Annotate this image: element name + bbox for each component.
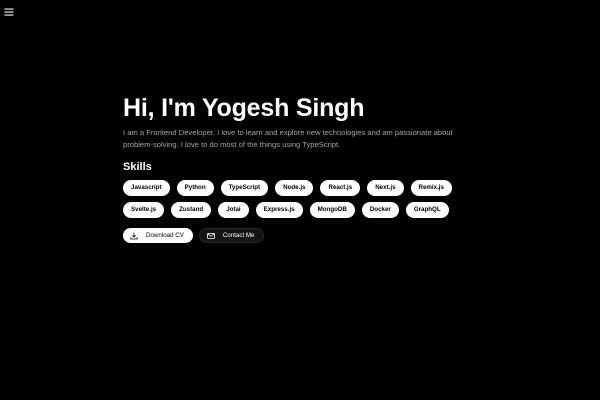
- page-title: Hi, I'm Yogesh Singh: [123, 94, 365, 122]
- menu-button[interactable]: [4, 7, 14, 17]
- skill-chip: Remix.js: [410, 180, 452, 196]
- skill-chip: Zustand: [171, 202, 212, 218]
- skill-chip: GraphQL: [405, 202, 449, 218]
- hero-section: Hi, I'm Yogesh Singh I am a Frontend Dev…: [123, 94, 483, 243]
- skill-chip: MongoDB: [309, 202, 355, 218]
- skill-chip: Next.js: [367, 180, 404, 196]
- skills-heading: Skills: [123, 161, 152, 173]
- contact-me-label: Contact Me: [222, 232, 255, 239]
- download-cv-button[interactable]: Download CV: [123, 228, 193, 243]
- action-buttons: Download CV Contact Me: [123, 228, 483, 243]
- download-icon: [130, 232, 138, 240]
- contact-me-button[interactable]: Contact Me: [198, 228, 265, 243]
- skills-list: Javascript Python TypeScript Node.js Rea…: [123, 180, 483, 218]
- mail-icon: [207, 232, 215, 240]
- skill-chip: Docker: [361, 202, 399, 218]
- skill-chip: Express.js: [255, 202, 303, 218]
- skill-chip: Node.js: [275, 180, 314, 196]
- skill-chip: TypeScript: [220, 180, 269, 196]
- skill-chip: React.js: [320, 180, 361, 196]
- skill-chip: Svelte.js: [123, 202, 165, 218]
- skill-chip: Jotai: [218, 202, 249, 218]
- skill-chip: Python: [176, 180, 214, 196]
- download-cv-label: Download CV: [146, 232, 184, 239]
- bio-text: I am a Frontend Developer. I love to lea…: [123, 128, 453, 149]
- skill-chip: Javascript: [123, 180, 170, 196]
- hamburger-menu-icon: [4, 7, 14, 17]
